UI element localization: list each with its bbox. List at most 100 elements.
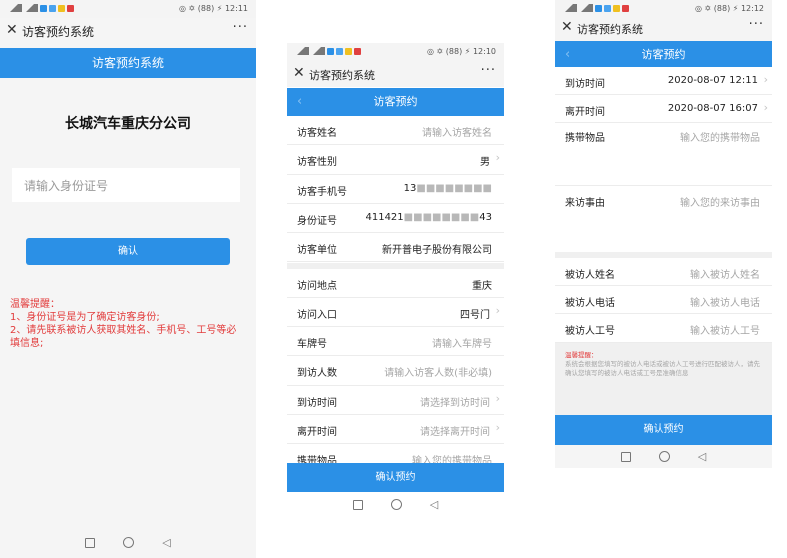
row-value-text: 411421 (365, 211, 404, 223)
signal-icon (24, 4, 38, 12)
row-label: 访客单位 (297, 245, 337, 257)
row-value: 新开普电子股份有限公司 (382, 241, 492, 256)
more-icon[interactable]: ··· (233, 20, 248, 35)
form-row[interactable]: 访问地点 重庆 (287, 268, 504, 298)
leave-time-row[interactable]: 离开时间 2020-08-07 16:07 › (555, 95, 772, 123)
app-titlebar: ✕ 访客预约系统 ··· (0, 18, 256, 44)
row-placeholder: 请选择到访时间 (420, 394, 490, 409)
form-row[interactable]: 访问入口 四号门 › (287, 297, 504, 328)
row-label: 访客手机号 (297, 186, 347, 198)
company-name: 长城汽车重庆分公司 (65, 116, 191, 132)
row-label: 离开时间 (565, 107, 605, 118)
form-row[interactable]: 到访人数 请输入访客人数(非必填) (287, 356, 504, 386)
form-row[interactable]: 离开时间 请选择离开时间 › (287, 415, 504, 445)
row-label: 访问入口 (297, 309, 337, 321)
android-nav-bar: ◁ (0, 527, 256, 558)
app-notification-icon (327, 47, 334, 55)
signal-icon (295, 47, 309, 55)
phone-screen-details: ◎ ✡ (88) ⚡ 12:12 ✕ 访客预约系统 ··· ‹ 访客预约 到访时… (555, 0, 772, 468)
row-label: 被访人电话 (565, 298, 615, 309)
reason-placeholder: 输入您的来访事由 (680, 198, 760, 209)
page-header-title: 访客预约 (373, 95, 418, 108)
recent-apps-icon[interactable] (620, 451, 631, 462)
form-row[interactable]: 访客性别 男 › (287, 145, 504, 175)
arrive-time-row[interactable]: 到访时间 2020-08-07 12:11 › (555, 67, 772, 95)
tip-line: 1、身份证号是为了确定访客身份; (10, 312, 160, 323)
home-icon[interactable] (658, 451, 670, 462)
host-id-placeholder: 输入被访人工号 (690, 326, 760, 337)
status-bar: ◎ ✡ (88) ⚡ 12:11 (0, 0, 256, 18)
signal-icon (311, 47, 325, 55)
row-value: 男 (480, 153, 490, 168)
row-label: 来访事由 (565, 198, 605, 209)
row-label: 访问地点 (297, 280, 337, 292)
status-extras: ◎ ✡ (88) ⚡ (427, 47, 471, 56)
close-icon[interactable]: ✕ (293, 65, 305, 81)
row-label: 身份证号 (297, 215, 337, 227)
titlebar-title: 访客预约系统 (22, 25, 95, 39)
row-value-text: 请选择离开时间 (420, 427, 490, 438)
home-icon[interactable] (390, 499, 402, 510)
android-nav-bar: ◁ (287, 492, 504, 517)
form-row[interactable]: 访客手机号 13■■■■■■■■ (287, 174, 504, 204)
form-row[interactable]: 访客姓名 请输入访客姓名 (287, 116, 504, 146)
signal-icon (8, 4, 22, 12)
home-icon[interactable] (123, 537, 135, 548)
header-back-icon[interactable]: ‹ (297, 88, 302, 116)
items-textarea[interactable]: 携带物品 输入您的携带物品 (555, 123, 772, 186)
row-value: 重庆 (472, 277, 492, 292)
titlebar-title: 访客预约系统 (577, 23, 643, 36)
status-extras: ◎ ✡ (88) ⚡ (695, 4, 739, 13)
masked-digits: ■■■■■■■■ (403, 211, 480, 223)
arrive-time-value: 2020-08-07 12:11 (667, 75, 758, 86)
recent-apps-icon[interactable] (352, 499, 363, 510)
back-icon[interactable]: ◁ (698, 450, 706, 463)
app-notification-icon (58, 4, 65, 12)
form-row[interactable]: 访客单位 新开普电子股份有限公司 (287, 233, 504, 263)
submit-button[interactable]: 确认预约 (555, 415, 772, 445)
reason-textarea[interactable]: 来访事由 输入您的来访事由 (555, 186, 772, 252)
host-name-input[interactable]: 被访人姓名 输入被访人姓名 (555, 258, 772, 286)
form-row[interactable]: 身份证号 411421■■■■■■■■43 (287, 203, 504, 234)
app-notification-icon (613, 4, 620, 12)
row-value-text: 13 (403, 182, 417, 194)
host-id-input[interactable]: 被访人工号 输入被访人工号 (555, 314, 772, 343)
host-phone-input[interactable]: 被访人电话 输入被访人电话 (555, 286, 772, 314)
chevron-right-icon: › (495, 303, 500, 317)
tip-title: 温馨提醒： (565, 351, 598, 359)
confirm-button[interactable]: 确认 (26, 238, 230, 265)
app-notification-icon (622, 4, 629, 12)
row-label: 到访时间 (565, 79, 605, 90)
more-icon[interactable]: ··· (481, 63, 496, 78)
back-icon[interactable]: ◁ (162, 536, 170, 549)
row-value-text: 请输入访客姓名 (422, 128, 492, 139)
status-time: 12:12 (740, 4, 764, 13)
app-notification-icon (604, 4, 611, 12)
tip-box: 温馨提醒： 1、身份证号是为了确定访客身份; 2、请先联系被访人获取其姓名、手机… (10, 298, 246, 350)
back-icon[interactable]: ◁ (430, 498, 438, 511)
more-icon[interactable]: ··· (749, 17, 764, 32)
header-back-icon[interactable]: ‹ (565, 41, 570, 69)
page-header: 访客预约系统 (0, 48, 256, 78)
submit-button[interactable]: 确认预约 (287, 463, 504, 492)
app-titlebar: ✕ 访客预约系统 ··· (287, 61, 504, 87)
items-placeholder: 输入您的携带物品 (680, 133, 760, 144)
app-notification-icon (49, 4, 56, 12)
signal-icon (563, 4, 577, 12)
id-number-placeholder: 请输入身份证号 (24, 179, 109, 193)
row-value-text: 请输入访客人数(非必填) (384, 368, 492, 380)
form-row[interactable]: 到访时间 请选择到访时间 › (287, 385, 504, 415)
chevron-right-icon: › (495, 151, 500, 165)
close-icon[interactable]: ✕ (561, 19, 573, 35)
id-number-input[interactable]: 请输入身份证号 (12, 168, 240, 202)
status-time: 12:11 (224, 4, 248, 13)
form-row[interactable]: 车牌号 请输入车牌号 (287, 327, 504, 357)
page-header-title: 访客预约 (641, 48, 686, 61)
app-notification-icon (354, 47, 361, 55)
titlebar-title: 访客预约系统 (309, 69, 375, 82)
host-name-placeholder: 输入被访人姓名 (690, 270, 760, 281)
close-icon[interactable]: ✕ (6, 22, 18, 38)
recent-apps-icon[interactable] (85, 537, 96, 548)
row-label: 车牌号 (297, 339, 327, 351)
row-label: 携带物品 (565, 133, 605, 144)
